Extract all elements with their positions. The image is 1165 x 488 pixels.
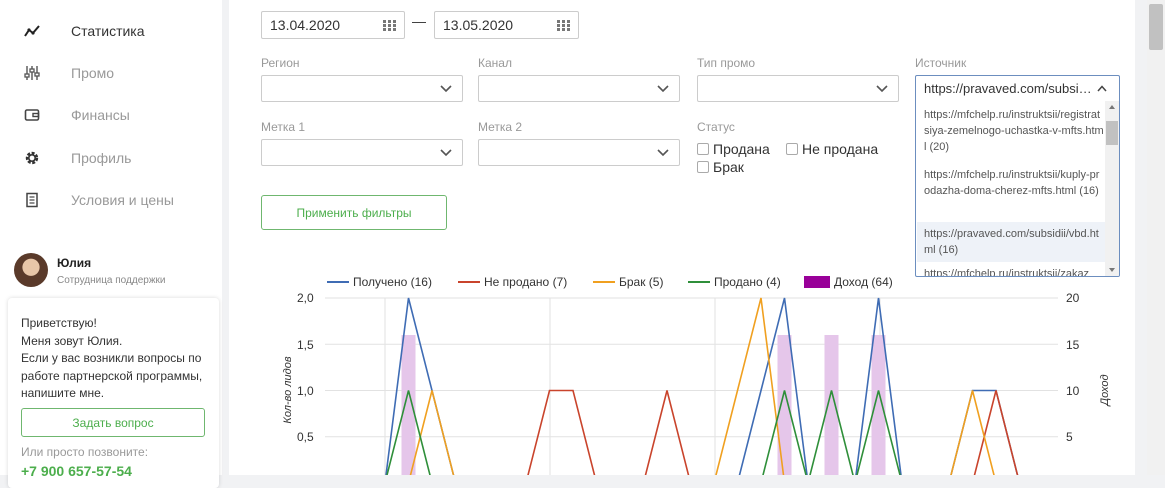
- not-sold-line: [527, 389, 1019, 475]
- income-bar: [824, 335, 839, 475]
- received-line: [385, 297, 1019, 475]
- leads-chart: [325, 297, 1058, 475]
- page-scrollbar[interactable]: [1147, 0, 1165, 475]
- income-bar: [401, 335, 416, 475]
- page-scroll-thumb[interactable]: [1149, 4, 1163, 50]
- income-bar: [777, 335, 792, 475]
- sold-line: [386, 390, 901, 475]
- defect-line: [409, 297, 995, 475]
- income-bar: [871, 335, 886, 475]
